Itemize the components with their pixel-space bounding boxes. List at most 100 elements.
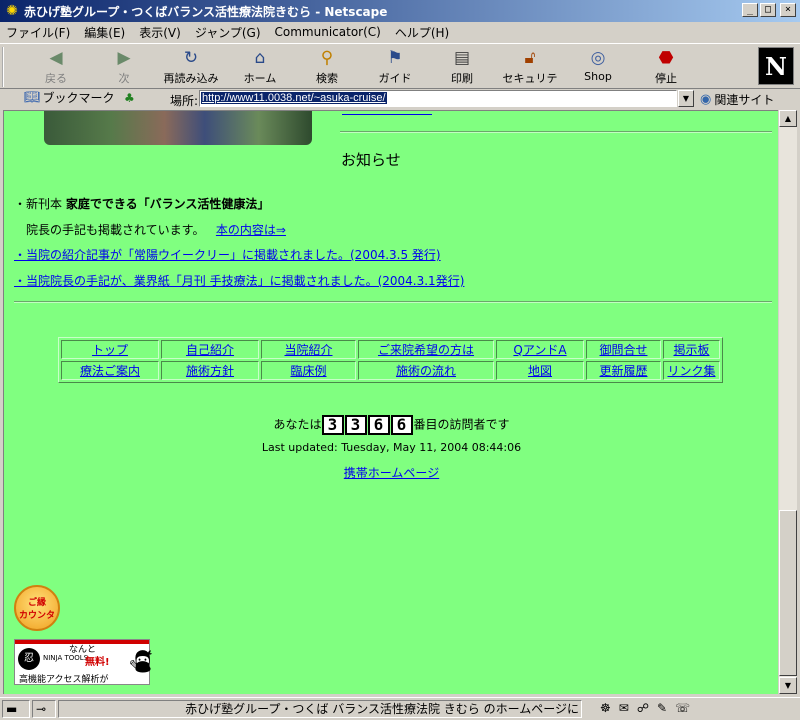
menu-edit[interactable]: 編集(E) — [84, 24, 125, 41]
related-sites-icon: ◉ — [700, 92, 712, 107]
nav-link-profile[interactable]: 自己紹介 — [186, 343, 234, 357]
menu-view[interactable]: 表示(V) — [139, 24, 181, 41]
vertical-scrollbar[interactable]: ▲ ▼ — [779, 110, 797, 694]
nav-link-qa[interactable]: QアンドA — [513, 343, 566, 357]
url-dropdown-button[interactable]: ▼ — [678, 90, 694, 107]
minimize-button[interactable]: _ — [742, 3, 758, 17]
security-status-icon[interactable]: ▬ — [2, 700, 30, 718]
nav-cell[interactable]: 施術方針 — [161, 361, 259, 380]
nav-cell[interactable]: 臨床例 — [261, 361, 356, 380]
counter-digits: 3366 — [321, 415, 414, 435]
forward-arrow-icon: ▶ — [117, 48, 131, 68]
joyo-weekly-link[interactable]: ・当院の紹介記事が「常陽ウイークリー」に掲載されました。(2004.3.5 発行… — [14, 248, 441, 262]
navigation-toolbar: ◀ 戻る ▶ 次 ↻ 再読み込み ⌂ ホーム ⚲ 検索 ⚑ ガイド ▤ 印刷 🔓… — [0, 43, 800, 101]
nav-link-cases[interactable]: 臨床例 — [290, 364, 326, 378]
stop-button[interactable]: ⬣ 停止 — [636, 48, 696, 86]
composer-icon[interactable]: ✎ — [657, 701, 667, 715]
nav-link-flow[interactable]: 施術の流れ — [396, 364, 456, 378]
shop-button[interactable]: ◎ Shop — [568, 48, 628, 86]
nav-cell[interactable]: 療法ご案内 — [61, 361, 159, 380]
nav-cell[interactable]: トップ — [61, 340, 159, 359]
back-arrow-icon: ◀ — [49, 48, 63, 68]
news-item-joyo-weekly: ・当院の紹介記事が「常陽ウイークリー」に掲載されました。(2004.3.5 発行… — [14, 246, 441, 263]
status-message: 赤ひげ塾グループ・つくば バランス活性療法院 きむら のホームページに — [58, 700, 582, 718]
nav-cell[interactable]: 御問合せ — [586, 340, 661, 359]
nav-cell[interactable]: 自己紹介 — [161, 340, 259, 359]
counter-digit: 6 — [390, 415, 413, 435]
ninja-tools-banner[interactable]: 忍 NINJA TOOLS なんと 無料! 🥷︎ 高機能アクセス解析が — [14, 639, 155, 685]
nav-link-history[interactable]: 更新履歴 — [599, 364, 647, 378]
nav-cell[interactable]: ご来院希望の方は — [358, 340, 494, 359]
nav-link-bbs[interactable]: 掲示板 — [673, 343, 709, 357]
navigator-icon[interactable]: ☸ — [600, 701, 611, 715]
nav-link-visit[interactable]: ご来院希望の方は — [378, 343, 474, 357]
title-bar: ✺ 赤ひげ塾グループ・つくばバランス活性療法院きむら - Netscape _ … — [0, 0, 800, 22]
printer-icon: ▤ — [453, 48, 471, 68]
print-button[interactable]: ▤ 印刷 — [432, 48, 492, 86]
search-button[interactable]: ⚲ 検索 — [297, 48, 357, 86]
menu-communicator[interactable]: Communicator(C) — [275, 25, 381, 39]
toolbar-grip[interactable] — [2, 47, 12, 87]
shugi-ryoho-link[interactable]: ・当院院長の手記が、業界紙「月刊 手技療法」に掲載されました。(2004.3.1… — [14, 274, 464, 288]
page-proxy-icon[interactable]: ♣ — [124, 91, 135, 105]
url-field[interactable]: http://www11.0038.net/~asuka-cruise/ — [199, 90, 677, 107]
scroll-up-button[interactable]: ▲ — [779, 110, 797, 127]
back-button[interactable]: ◀ 戻る — [26, 48, 86, 86]
mobile-page-link-wrap: 携帯ホームページ — [4, 464, 778, 481]
visitor-counter: あなたは 3 3 6 6 番目の訪問者です — [273, 415, 510, 435]
lock-icon: 🔓︎ — [524, 48, 536, 68]
nav-cell[interactable]: 更新履歴 — [586, 361, 661, 380]
nav-cell[interactable]: QアンドA — [496, 340, 584, 359]
page-content[interactable]: お知らせ ・新刊本 家庭でできる「バランス活性健康法」 院長の手記も掲載されてい… — [3, 110, 778, 694]
nav-cell[interactable]: リンク集 — [663, 361, 720, 380]
nav-link-clinic[interactable]: 当院紹介 — [284, 343, 332, 357]
instant-message-icon[interactable]: ☏ — [675, 701, 690, 715]
guide-icon: ⚑ — [387, 48, 403, 68]
nav-link-therapy[interactable]: 療法ご案内 — [80, 364, 140, 378]
ninja-figure-icon: 🥷︎ — [127, 650, 155, 675]
bookmarks-button[interactable]: 📖︎ ブックマーク — [24, 89, 115, 106]
divider — [14, 301, 772, 303]
mail-icon[interactable]: ✉ — [619, 701, 629, 715]
site-navigation-table: トップ 自己紹介 当院紹介 ご来院希望の方は QアンドA 御問合せ 掲示板 療法… — [58, 337, 723, 383]
related-sites-button[interactable]: ◉ 関連サイト — [700, 91, 774, 108]
reload-icon: ↻ — [183, 48, 199, 68]
reload-button[interactable]: ↻ 再読み込み — [161, 48, 221, 86]
nav-link-map[interactable]: 地図 — [528, 364, 552, 378]
menu-help[interactable]: ヘルプ(H) — [395, 24, 449, 41]
goen-counter-badge[interactable]: ご縁 カウンタ — [14, 585, 60, 631]
nav-cell[interactable]: 施術の流れ — [358, 361, 494, 380]
close-button[interactable]: × — [780, 3, 796, 17]
nav-link-policy[interactable]: 施術方針 — [186, 364, 234, 378]
ninja-logo-icon: 忍 — [18, 648, 40, 670]
window-title: 赤ひげ塾グループ・つくばバランス活性療法院きむら - Netscape — [24, 4, 388, 19]
scroll-down-button[interactable]: ▼ — [779, 677, 797, 694]
nav-cell[interactable]: 掲示板 — [663, 340, 720, 359]
scroll-thumb[interactable] — [779, 510, 797, 676]
news-item-shugi-ryoho: ・当院院長の手記が、業界紙「月刊 手技療法」に掲載されました。(2004.3.1… — [14, 272, 464, 289]
menu-bar: ファイル(F) 編集(E) 表示(V) ジャンプ(G) Communicator… — [0, 22, 800, 42]
nav-link-links[interactable]: リンク集 — [667, 364, 715, 378]
header-photo — [44, 111, 312, 145]
groups-icon[interactable]: ☍ — [637, 701, 649, 715]
menu-file[interactable]: ファイル(F) — [6, 24, 70, 41]
netscape-logo[interactable]: N — [758, 47, 794, 85]
shop-icon: ◎ — [590, 48, 606, 68]
bookmark-icon: 📖︎ — [24, 90, 41, 105]
mobile-page-link[interactable]: 携帯ホームページ — [344, 466, 439, 480]
nav-cell[interactable]: 地図 — [496, 361, 584, 380]
home-button[interactable]: ⌂ ホーム — [230, 48, 290, 86]
nav-link-contact[interactable]: 御問合せ — [599, 343, 647, 357]
book-contents-link[interactable]: 本の内容は⇒ — [216, 223, 286, 237]
maximize-button[interactable]: □ — [760, 3, 776, 17]
security-button[interactable]: 🔓︎ セキュリティ — [500, 48, 560, 101]
guide-button[interactable]: ⚑ ガイド — [365, 48, 425, 86]
nav-link-top[interactable]: トップ — [92, 343, 128, 357]
menu-go[interactable]: ジャンプ(G) — [195, 24, 261, 41]
news-item-new-book: ・新刊本 家庭でできる「バランス活性健康法」 — [14, 197, 270, 211]
partial-top-link[interactable] — [342, 111, 432, 115]
nav-cell[interactable]: 当院紹介 — [261, 340, 356, 359]
counter-digit: 3 — [344, 415, 367, 435]
last-updated: Last updated: Tuesday, May 11, 2004 08:4… — [261, 441, 522, 454]
forward-button[interactable]: ▶ 次 — [94, 48, 154, 86]
